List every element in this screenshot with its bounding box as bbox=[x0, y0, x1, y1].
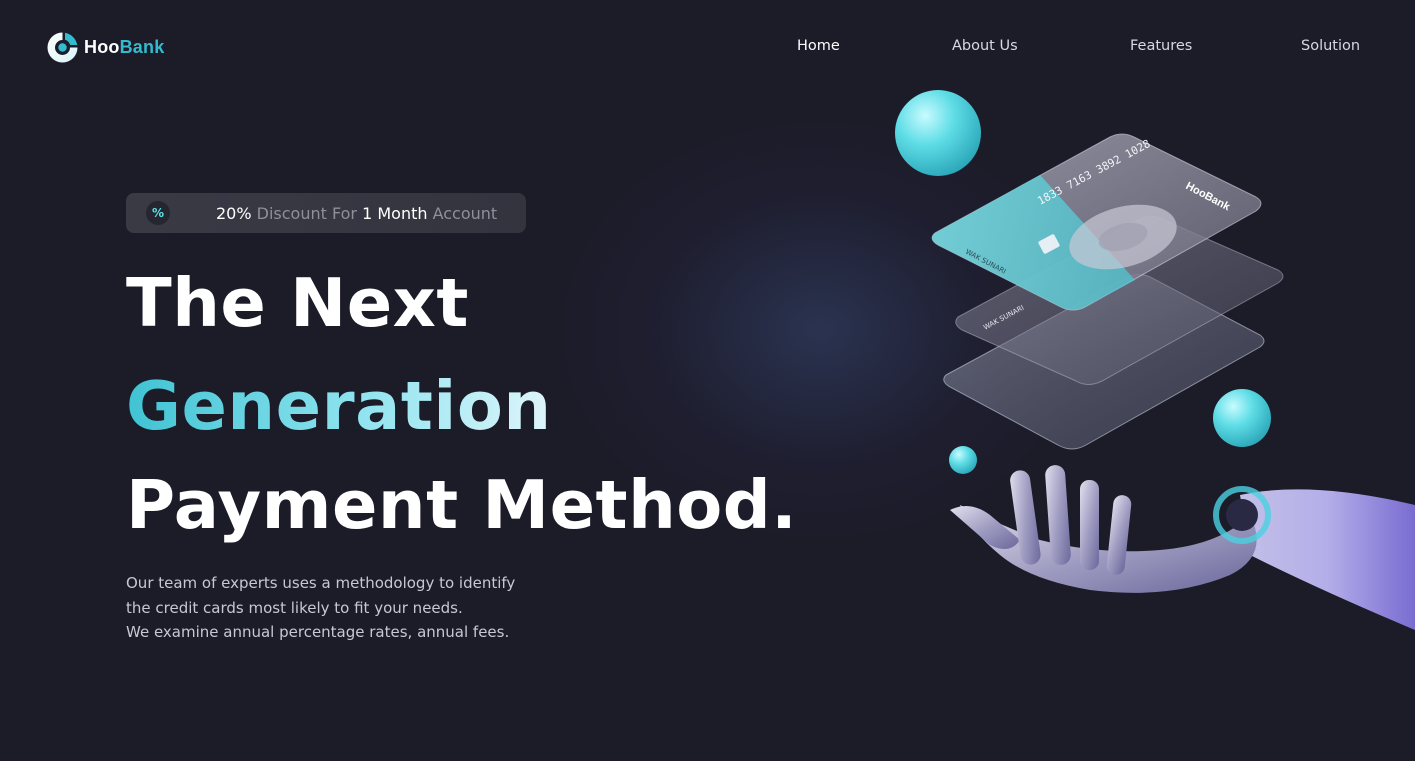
discount-badge: % 20% Discount For 1 Month Account bbox=[126, 193, 526, 233]
nav-features-link[interactable]: Features bbox=[1130, 38, 1192, 54]
discount-label: Discount For bbox=[256, 204, 357, 223]
hero-description-line: Our team of experts uses a methodology t… bbox=[126, 574, 516, 592]
discount-value: 20% bbox=[216, 204, 252, 223]
robot-hand-cards-illustration: WAK SUNARI WAK SUNARI 1833 7163 3892 102… bbox=[895, 90, 1415, 630]
hero-description-line: the credit cards most likely to fit your… bbox=[126, 598, 463, 617]
navbar: HooBank Home About Us Features Solution bbox=[0, 0, 1415, 95]
discount-account: Account bbox=[432, 204, 498, 223]
sphere-medium bbox=[1213, 389, 1271, 447]
nav-home-link[interactable]: Home bbox=[797, 38, 840, 54]
hero-description-line: We examine annual percentage rates, annu… bbox=[126, 623, 510, 641]
hero-heading-line1: The Next bbox=[126, 264, 469, 342]
discount-text: 20% Discount For 1 Month Account bbox=[216, 204, 497, 223]
nav-about-link[interactable]: About Us bbox=[952, 38, 1018, 54]
robot-hand bbox=[950, 465, 1415, 630]
nav-links: Home About Us Features Solution bbox=[0, 38, 1415, 58]
hero-description: Our team of experts uses a methodology t… bbox=[126, 571, 546, 645]
discount-duration: 1 Month bbox=[362, 204, 428, 223]
sphere-small bbox=[949, 446, 977, 474]
discount-icon: % bbox=[146, 201, 170, 225]
sphere-large bbox=[895, 90, 981, 176]
nav-solution-link[interactable]: Solution bbox=[1301, 38, 1360, 54]
hero-heading-line3: Payment Method. bbox=[126, 466, 798, 544]
hero-heading-line2: Generation bbox=[126, 367, 552, 445]
robot-finger bbox=[1080, 480, 1099, 570]
robot-thumb bbox=[950, 506, 1020, 549]
